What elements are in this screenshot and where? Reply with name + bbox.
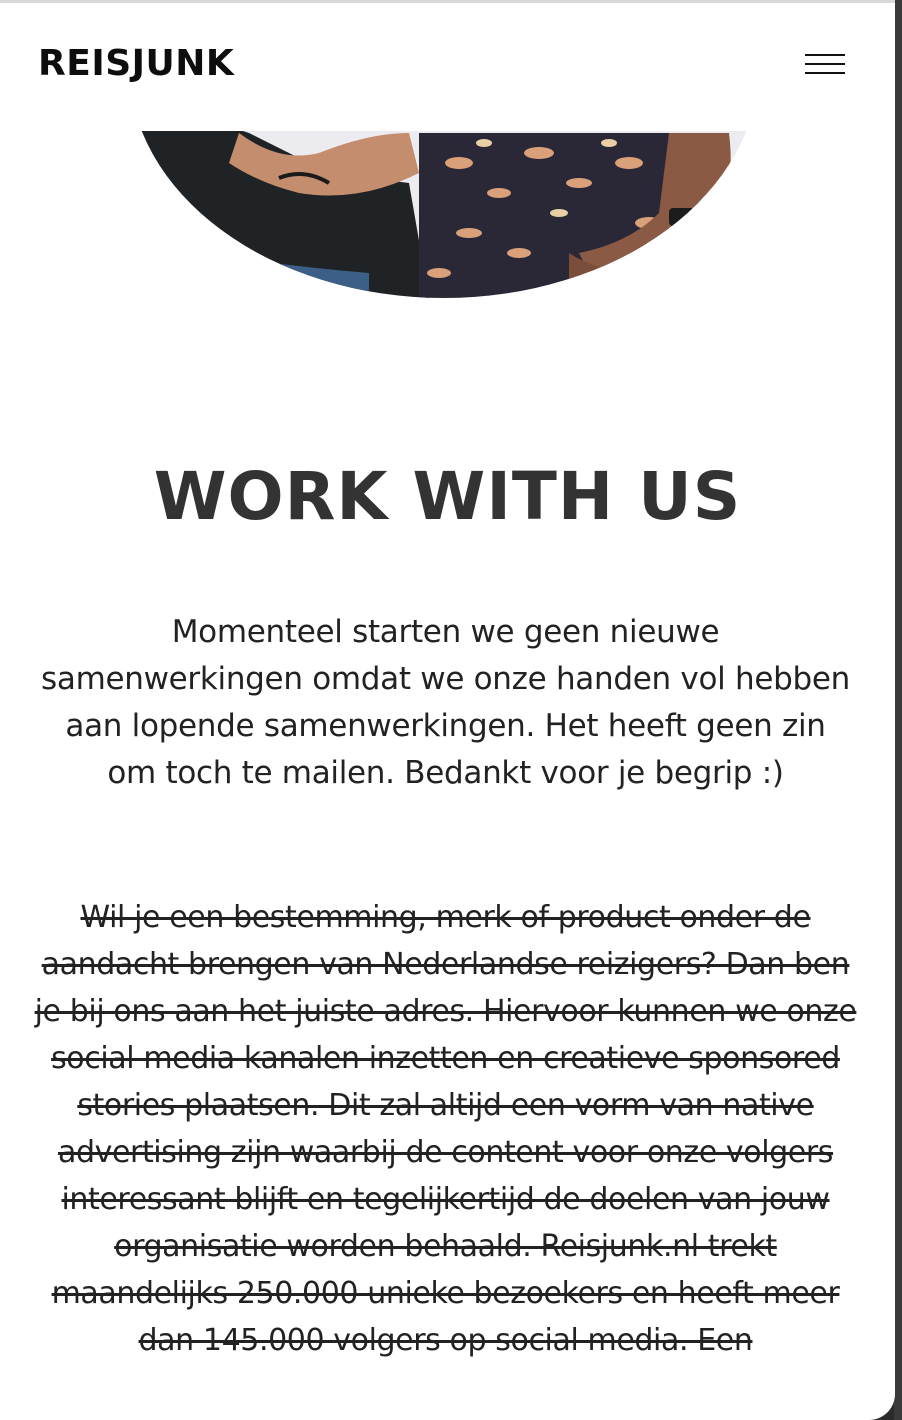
- menu-line: [805, 72, 845, 74]
- site-logo[interactable]: REISJUNK: [38, 43, 234, 84]
- struck-through-paragraph: Wil je een bestemming, merk of product o…: [34, 900, 857, 1358]
- site-header: REISJUNK: [0, 3, 895, 131]
- background-edge: [894, 0, 902, 1420]
- menu-line: [805, 54, 845, 56]
- device-frame: REISJUNK WORK WITH US Momenteel starten …: [0, 0, 902, 1420]
- mobile-viewport: REISJUNK WORK WITH US Momenteel starten …: [0, 0, 895, 1420]
- hamburger-menu-icon[interactable]: [803, 51, 847, 79]
- page-title: WORK WITH US: [153, 458, 742, 535]
- notice-paragraph: Momenteel starten we geen nieuwe samenwe…: [41, 614, 850, 791]
- menu-line: [805, 63, 845, 65]
